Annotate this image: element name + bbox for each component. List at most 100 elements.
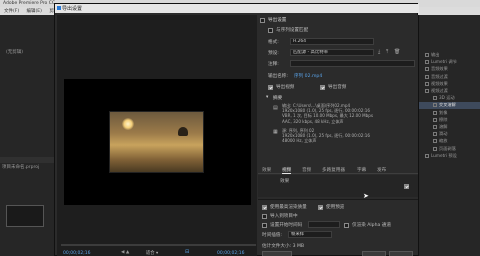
effects-tree-label: Lumetri 预设 <box>431 152 457 158</box>
effects-tree-label: 音频效果 <box>431 66 448 72</box>
effects-tree-item[interactable]: 页面剥落 <box>419 146 480 153</box>
folder-icon <box>425 153 429 158</box>
queue-button[interactable] <box>362 251 386 256</box>
effects-tree-item[interactable]: 擦除 <box>419 117 480 124</box>
set-out-icon[interactable]: ▲ <box>126 250 129 255</box>
effects-tree-item[interactable]: 交叉溶解 <box>419 102 480 110</box>
summary-output-line: AAC, 320 kbps, 48 kHz, 立体声 <box>282 118 344 124</box>
effects-tree-label: 擦除 <box>439 116 448 122</box>
export-audio-label: 导出音频 <box>328 85 347 90</box>
file-size-label: 估计文件大小: 3 MB <box>262 244 305 249</box>
section-toggle-icon[interactable] <box>260 18 265 23</box>
timecode-start[interactable]: 00;00;02;16 <box>63 251 90 256</box>
match-sequence-label: 与序列设置匹配 <box>276 28 309 33</box>
start-timecode-checkbox[interactable] <box>262 223 267 228</box>
start-timecode-label: 设置开始时间码 <box>270 223 303 228</box>
menu-item-edit[interactable]: 编辑(E) <box>27 9 42 14</box>
effects-tree-item[interactable]: 视频过渡 <box>419 88 480 95</box>
effects-tree-label: 输出 <box>431 52 440 57</box>
preview-panel: 00;00;02;16 ◀ ▲ 适合 ▾ ⊟ 00;00;02;16 <box>57 15 257 256</box>
folder-icon <box>425 81 429 86</box>
effects-tree-label: Lumetri 调节 <box>431 59 457 65</box>
preset-label: 预设: <box>268 51 279 56</box>
max-render-label: 使用最高渲染质量 <box>270 205 307 210</box>
comment-field[interactable] <box>290 60 415 67</box>
premiere-icon <box>57 6 61 10</box>
format-value: H.264 <box>293 39 307 44</box>
delete-preset-icon[interactable]: 🗑 <box>394 49 400 55</box>
effects-tree-item[interactable]: 音频效果 <box>419 66 480 73</box>
source-summary-icon: ▦ <box>273 129 278 135</box>
fit-select[interactable]: 适合 ▾ <box>146 250 172 256</box>
in-out-controls[interactable]: ◀ ▲ <box>121 250 129 255</box>
effects-tree-item[interactable]: 视频效果 <box>419 81 480 88</box>
time-interp-select[interactable]: 帧采样 <box>288 231 332 238</box>
alpha-only-checkbox[interactable] <box>344 223 349 228</box>
effects-tree-item[interactable]: 音频过渡 <box>419 74 480 81</box>
save-preset-icon[interactable]: ⤓ <box>378 49 380 55</box>
folder-icon <box>425 67 429 72</box>
preset-select[interactable]: 匹配源 - 高比特率 <box>290 49 374 56</box>
export-button[interactable] <box>389 251 413 256</box>
section-header: 导出设置 <box>268 18 287 23</box>
sun-glow <box>122 118 134 130</box>
comment-label: 注释: <box>268 62 279 67</box>
folder-icon <box>433 96 437 101</box>
source-empty-label: (无剪辑) <box>6 50 24 55</box>
effects-tree-item[interactable]: 溶解 <box>419 124 480 131</box>
effects-tree-item[interactable]: 缩放 <box>419 138 480 145</box>
tab-publish[interactable]: 发布 <box>377 167 386 173</box>
output-name-link[interactable]: 序列 02.mp4 <box>294 73 322 79</box>
effects-tree-label: 滑动 <box>439 131 448 137</box>
tab-option-checkbox[interactable] <box>404 184 409 189</box>
folder-icon <box>425 89 429 93</box>
match-sequence-checkbox[interactable] <box>268 28 273 33</box>
dialog-titlebar[interactable] <box>55 4 419 13</box>
app-title: Adobe Premiere Pro CC <box>3 1 56 6</box>
folder-icon <box>433 125 437 129</box>
timecode-end: 00;00;02;16 <box>217 251 245 256</box>
import-project-checkbox[interactable] <box>262 214 267 219</box>
tab-multiplexer[interactable]: 多路复用器 <box>322 167 345 173</box>
max-render-checkbox[interactable] <box>262 205 267 210</box>
effects-tree-label: 3D 运动 <box>439 95 455 101</box>
alpha-only-label: 仅渲染 Alpha 通道 <box>352 223 391 228</box>
import-preset-icon[interactable]: ⤒ <box>386 49 388 55</box>
effects-tree-label: 缩放 <box>439 138 448 144</box>
preview-timeline: 00;00;02;16 ◀ ▲ 适合 ▾ ⊟ 00;00;02;16 <box>61 243 256 256</box>
set-in-icon[interactable]: ◀ <box>121 250 124 255</box>
tab-captions[interactable]: 字幕 <box>357 167 366 173</box>
effects-tree-label: 页面剥落 <box>439 145 456 151</box>
effects-tree-label: 划像 <box>439 109 448 115</box>
effects-tree-item[interactable]: 划像 <box>419 110 480 117</box>
settings-panel: 导出设置 与序列设置匹配 格式: H.264 预设: 匹配源 - 高比特率 ⤓ … <box>258 15 418 256</box>
summary-output-line: VBR, 1 次, 目标 10.00 Mbps, 最大 12.00 Mbps <box>282 113 374 119</box>
summary-header: 摘要 <box>273 96 283 101</box>
effects-tree-item[interactable]: Lumetri 调节 <box>419 59 480 66</box>
summary-toggle-icon[interactable]: ▾ <box>266 95 268 100</box>
dialog-title: 导出设置 <box>62 6 83 12</box>
tab-audio[interactable]: 音频 <box>302 167 311 173</box>
effects-tree-label: 视频过渡 <box>431 88 448 93</box>
tab-video[interactable]: 视频 <box>282 167 292 174</box>
menu-item-file[interactable]: 文件(F) <box>4 9 19 14</box>
effects-tree-item[interactable]: 3D 运动 <box>419 95 480 102</box>
use-previews-checkbox[interactable] <box>318 205 323 210</box>
format-select[interactable]: H.264 <box>290 38 374 45</box>
export-audio-checkbox[interactable] <box>320 85 325 90</box>
metadata-button[interactable] <box>262 251 292 256</box>
crop-icon[interactable]: ⊟ <box>185 249 189 255</box>
project-thumbnail[interactable] <box>6 205 44 227</box>
folder-icon <box>433 110 437 115</box>
scrub-track[interactable] <box>61 244 256 246</box>
effects-tree-item[interactable]: Lumetri 预设 <box>419 153 480 160</box>
effects-tree-item[interactable]: 滑动 <box>419 131 480 138</box>
export-video-checkbox[interactable] <box>268 85 273 90</box>
folder-icon <box>433 132 437 137</box>
effects-tree-item[interactable]: 输出 <box>419 52 480 59</box>
start-timecode-field[interactable] <box>308 221 340 228</box>
effects-tree-label: 视频效果 <box>431 80 448 86</box>
output-name-label: 输出名称: <box>268 74 288 79</box>
tab-effects[interactable]: 效果 <box>262 167 271 173</box>
tab-content: 效果 <box>258 175 418 197</box>
